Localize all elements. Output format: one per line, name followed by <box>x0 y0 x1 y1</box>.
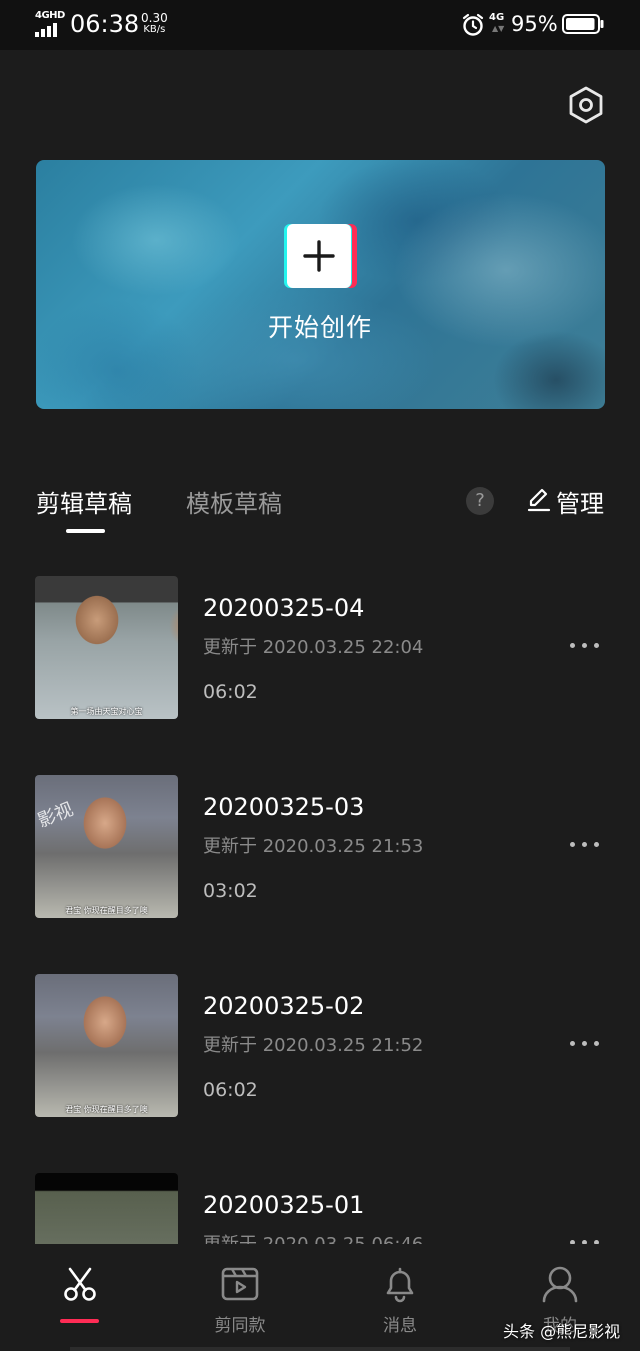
draft-thumbnail[interactable]: 君宝 你现在醒目多了噢 <box>35 974 178 1117</box>
draft-title: 20200325-01 <box>203 1191 365 1219</box>
scissors-icon <box>64 1267 96 1301</box>
status-bar: 4GHD 06:38 0.30 KB/s 4G ▲▼ 95% <box>0 0 640 50</box>
signal-icon: 4GHD <box>35 10 65 38</box>
draft-title: 20200325-02 <box>203 992 365 1020</box>
thumbnail-subtitle: 君宝 你现在醒目多了噢 <box>65 1105 148 1114</box>
alarm-icon <box>462 13 484 36</box>
network-speed-value: 0.30 <box>141 11 168 25</box>
nav-messages[interactable]: 消息 <box>340 1244 460 1344</box>
network-generation: 4GHD <box>35 10 65 21</box>
draft-thumbnail[interactable]: 第一场由天宝对心宝 <box>35 576 178 719</box>
nav-edit[interactable] <box>20 1244 140 1344</box>
bell-icon <box>386 1267 414 1303</box>
network-speed-unit: KB/s <box>143 24 166 35</box>
battery-icon <box>562 14 604 34</box>
settings-icon[interactable] <box>567 85 605 125</box>
active-tab-indicator <box>66 529 105 533</box>
clock: 06:38 <box>70 10 140 38</box>
draft-duration: 06:02 <box>203 681 258 703</box>
source-watermark: 头条 @熊尼影视 <box>503 1322 621 1341</box>
thumbnail-subtitle: 第一场由天宝对心宝 <box>70 707 143 716</box>
nav-template-clips[interactable]: 剪同款 <box>180 1244 300 1344</box>
draft-updated-time: 更新于 2020.03.25 21:52 <box>203 1035 424 1056</box>
start-creating-label[interactable]: 开始创作 <box>236 308 404 344</box>
data-arrows-icon: ▲▼ <box>492 24 505 33</box>
draft-item[interactable]: 影视 君宝 你现在醒目多了噢 20200325-03 更新于 2020.03.2… <box>0 775 640 919</box>
more-options-icon[interactable] <box>568 641 602 651</box>
mobile-generation: 4G <box>489 12 505 23</box>
draft-updated-time: 更新于 2020.03.25 21:53 <box>203 836 424 857</box>
draft-title: 20200325-04 <box>203 594 365 622</box>
draft-duration: 06:02 <box>203 1079 258 1101</box>
draft-thumbnail[interactable]: 影视 君宝 你现在醒目多了噢 <box>35 775 178 918</box>
nav-messages-label: 消息 <box>383 1316 417 1336</box>
thumbnail-subtitle: 君宝 你现在醒目多了噢 <box>65 906 148 915</box>
clapper-icon <box>221 1267 259 1301</box>
draft-item[interactable]: 君宝 你现在醒目多了噢 20200325-02 更新于 2020.03.25 2… <box>0 974 640 1118</box>
draft-title: 20200325-03 <box>203 793 365 821</box>
tab-edit-drafts[interactable]: 剪辑草稿 <box>36 484 132 519</box>
draft-updated-time: 更新于 2020.03.25 06:46 <box>203 1230 423 1244</box>
new-project-plus-icon[interactable] <box>284 224 357 288</box>
thumbnail-watermark: 影视 <box>35 798 77 832</box>
draft-item[interactable]: 20200325-01 更新于 2020.03.25 06:46 <box>0 1173 640 1244</box>
nav-active-indicator <box>60 1319 99 1323</box>
network-speed: 0.30 KB/s <box>141 12 168 36</box>
user-icon <box>542 1266 578 1303</box>
draft-item[interactable]: 第一场由天宝对心宝 20200325-04 更新于 2020.03.25 22:… <box>0 576 640 720</box>
draft-list: 第一场由天宝对心宝 20200325-04 更新于 2020.03.25 22:… <box>0 576 640 1244</box>
home-indicator <box>70 1347 570 1351</box>
nav-template-clips-label: 剪同款 <box>214 1316 266 1336</box>
more-options-icon[interactable] <box>568 840 602 850</box>
more-options-icon[interactable] <box>568 1039 602 1049</box>
manage-label: 管理 <box>556 490 604 518</box>
battery-percent: 95% <box>511 12 558 36</box>
tab-template-drafts[interactable]: 模板草稿 <box>186 484 282 519</box>
draft-updated-time: 更新于 2020.03.25 22:04 <box>203 637 424 658</box>
draft-thumbnail[interactable] <box>35 1173 178 1244</box>
draft-duration: 03:02 <box>203 880 258 902</box>
help-icon[interactable]: ? <box>466 487 494 515</box>
edit-pencil-icon <box>527 488 551 512</box>
